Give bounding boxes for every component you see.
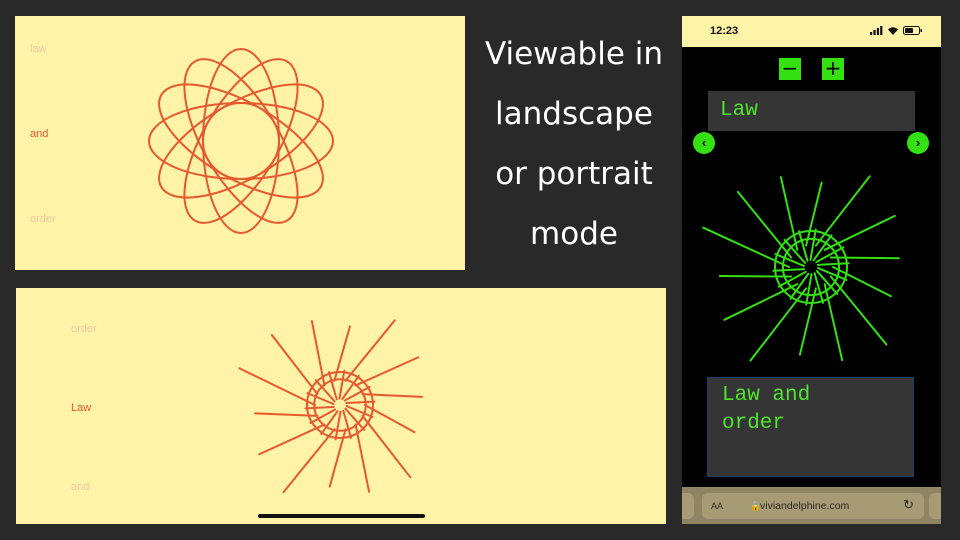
url-text: viviandelphine.com bbox=[760, 500, 850, 512]
phrase-text-area[interactable]: Law and order bbox=[707, 377, 914, 477]
text-size-button[interactable]: AA bbox=[711, 501, 723, 511]
home-indicator bbox=[258, 514, 425, 518]
starburst-ray bbox=[749, 287, 808, 362]
starburst-ring bbox=[306, 371, 374, 439]
zoom-in-button[interactable]: + bbox=[822, 58, 844, 80]
starburst-ray bbox=[270, 334, 319, 396]
reload-icon[interactable]: ↻ bbox=[903, 497, 914, 513]
landscape-preview-top: law and order bbox=[15, 16, 465, 270]
starburst-ray bbox=[310, 320, 326, 387]
starburst-spoke bbox=[304, 405, 335, 410]
starburst-spoke bbox=[809, 228, 817, 261]
caption: Viewable in landscape or portrait mode bbox=[470, 24, 678, 264]
starburst-drawing bbox=[238, 319, 423, 494]
starburst-ray bbox=[238, 367, 316, 406]
starburst-drawing bbox=[702, 175, 900, 362]
caption-line: or portrait bbox=[495, 156, 653, 192]
wifi-icon bbox=[888, 27, 898, 35]
spirograph-loop bbox=[148, 102, 334, 180]
starburst-spoke bbox=[338, 369, 346, 400]
caption-line: mode bbox=[530, 216, 618, 252]
starburst-ray bbox=[354, 423, 371, 493]
starburst-ray bbox=[829, 275, 888, 346]
next-tab-edge[interactable] bbox=[929, 493, 941, 519]
phrase-line: Law and bbox=[722, 384, 811, 407]
starburst-spoke bbox=[345, 400, 376, 405]
starburst-ray bbox=[258, 423, 326, 456]
phone-portrait-preview: 12:23 − + Law ‹ › Law and order AA 🔒 viv… bbox=[682, 16, 941, 524]
inner-ring bbox=[202, 102, 280, 180]
status-bar: 12:23 bbox=[682, 16, 941, 47]
starburst-ring bbox=[313, 378, 367, 432]
signal-icon bbox=[870, 26, 883, 35]
starburst-ray bbox=[814, 175, 871, 247]
zoom-out-button[interactable]: − bbox=[779, 58, 801, 80]
starburst-ray bbox=[829, 256, 900, 260]
browser-toolbar: AA 🔒 viviandelphine.com ↻ bbox=[682, 487, 941, 524]
current-word-field[interactable]: Law bbox=[708, 91, 915, 131]
caption-line: landscape bbox=[495, 96, 653, 132]
caption-line: Viewable in bbox=[484, 36, 664, 72]
landscape-preview-bottom: order Law and bbox=[16, 288, 666, 524]
starburst-ring bbox=[774, 230, 848, 304]
spirograph-loop bbox=[202, 48, 280, 234]
status-icons bbox=[870, 26, 923, 35]
starburst-ray bbox=[832, 266, 892, 298]
phrase-line: order bbox=[722, 412, 786, 435]
starburst-ring bbox=[781, 237, 841, 297]
spirograph-loops bbox=[148, 48, 334, 234]
starburst-spoke bbox=[805, 273, 813, 306]
starburst-ray bbox=[718, 275, 793, 278]
starburst-spoke bbox=[772, 268, 806, 272]
starburst-ray bbox=[354, 356, 420, 387]
status-time: 12:23 bbox=[710, 25, 739, 37]
battery-icon bbox=[903, 26, 922, 35]
starburst-spoke bbox=[816, 262, 850, 266]
starburst-spoke bbox=[334, 410, 342, 441]
previous-tab-edge[interactable] bbox=[682, 493, 694, 519]
address-bar[interactable]: AA 🔒 viviandelphine.com ↻ bbox=[702, 493, 924, 519]
